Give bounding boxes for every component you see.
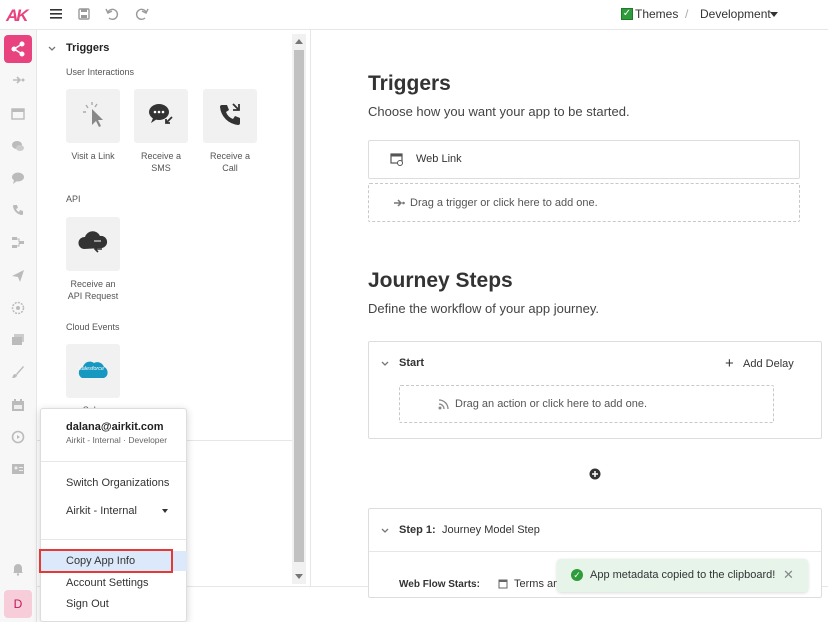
account-settings-menu-item[interactable]: Account Settings (66, 577, 149, 589)
web-flow-icon (498, 579, 508, 589)
environment-select[interactable]: Development (700, 7, 771, 21)
scroll-up-arrow-icon[interactable] (295, 39, 303, 44)
triggers-heading: Triggers (368, 72, 451, 95)
sms-icon (149, 104, 173, 124)
popup-divider (41, 539, 186, 540)
airkit-logo[interactable]: AK (6, 6, 32, 26)
journey-steps-subtitle: Define the workflow of your app journey. (368, 301, 599, 316)
add-trigger-dropzone[interactable]: Drag a trigger or click here to add one. (368, 183, 800, 222)
add-action-dropzone[interactable]: Drag an action or click here to add one. (399, 385, 774, 423)
data-flow-icon[interactable] (11, 235, 25, 249)
voice-icon[interactable] (11, 203, 25, 217)
copy-app-info-menu-item[interactable]: Copy App Info (66, 555, 135, 567)
panel-scrollbar-thumb[interactable] (294, 50, 304, 562)
undo-icon[interactable] (104, 6, 120, 22)
connections-icon[interactable] (11, 73, 25, 87)
phone-call-icon (220, 103, 240, 125)
salesforce-wordmark: salesforce (79, 366, 105, 372)
trigger-label-receive-sms: Receive a SMS (140, 151, 182, 173)
themes-checkbox-icon[interactable]: ✓ (621, 8, 633, 20)
section-label-cloud-events: Cloud Events (66, 322, 120, 332)
trigger-tile-receive-sms[interactable] (134, 89, 188, 143)
connection-arrow-icon (394, 198, 405, 207)
plus-icon[interactable]: + (725, 355, 734, 372)
account-email: dalana@airkit.com (66, 421, 164, 433)
sign-out-menu-item[interactable]: Sign Out (66, 598, 109, 610)
journey-steps-heading: Journey Steps (368, 269, 513, 292)
toast-close-icon[interactable]: ✕ (783, 567, 794, 583)
add-step-plus-icon[interactable] (589, 468, 601, 480)
clipboard-toast: ✓ App metadata copied to the clipboard! … (557, 559, 808, 592)
switch-organizations-label: Switch Organizations (66, 477, 170, 489)
add-delay-button[interactable]: Add Delay (743, 358, 794, 370)
web-flow-starts-label: Web Flow Starts: (399, 579, 480, 590)
media-icon[interactable] (11, 333, 25, 347)
top-bar: AK ✓ Themes / Development (0, 0, 828, 30)
save-icon[interactable] (76, 6, 92, 22)
app-root: AK ✓ Themes / Development D Triggers Use… (0, 0, 828, 622)
collapse-chevron-icon[interactable] (48, 46, 56, 52)
replay-icon[interactable] (11, 430, 25, 444)
triggers-subtitle: Choose how you want your app to be start… (368, 104, 630, 119)
environment-caret-icon[interactable] (770, 12, 778, 17)
account-org-role: Airkit - Internal · Developer (66, 435, 168, 445)
user-avatar[interactable]: D (4, 590, 32, 618)
themes-label: Themes (635, 7, 679, 21)
contacts-icon[interactable] (11, 462, 25, 476)
add-action-text: Drag an action or click here to add one. (455, 398, 648, 410)
web-link-icon (390, 153, 403, 166)
publish-icon[interactable] (11, 269, 25, 283)
journey-icon (11, 41, 25, 57)
start-label: Start (399, 357, 425, 369)
messages-icon[interactable] (11, 171, 25, 185)
theme-brush-icon[interactable] (11, 365, 25, 379)
breadcrumb-separator: / (685, 7, 689, 21)
trigger-tile-salesforce[interactable]: salesforce (66, 344, 120, 398)
notifications-bell-icon[interactable] (11, 562, 25, 576)
web-link-trigger-card[interactable]: Web Link (368, 140, 800, 179)
toast-message: App metadata copied to the clipboard! (590, 569, 776, 581)
success-check-icon: ✓ (571, 569, 583, 581)
web-link-label: Web Link (416, 153, 462, 165)
rail-item-journey[interactable] (4, 35, 32, 63)
left-rail: D (0, 30, 37, 622)
step-1-divider (369, 551, 821, 552)
step-1-label: Step 1: (399, 524, 436, 536)
trigger-tile-receive-call[interactable] (203, 89, 257, 143)
calendar-icon[interactable] (11, 398, 25, 412)
web-flows-icon[interactable] (11, 107, 25, 121)
triggers-panel-title: Triggers (66, 42, 110, 54)
trigger-label-receive-call: Receive a Call (209, 151, 251, 173)
cloud-exchange-icon (78, 231, 108, 253)
settings-icon[interactable] (11, 301, 25, 315)
popup-divider (41, 461, 186, 462)
cursor-click-icon (83, 102, 103, 127)
add-trigger-text: Drag a trigger or click here to add one. (410, 196, 598, 209)
start-collapse-chevron-icon[interactable] (381, 361, 389, 367)
rss-icon (438, 398, 449, 409)
section-label-api: API (66, 194, 81, 204)
hamburger-menu-icon[interactable] (48, 6, 64, 22)
trigger-tile-visit-link[interactable] (66, 89, 120, 143)
themes-toggle[interactable]: ✓ Themes (621, 7, 678, 21)
section-label-user-interactions: User Interactions (66, 67, 135, 77)
trigger-tile-api-request[interactable] (66, 217, 120, 271)
trigger-label-api-request: Receive an API Request (67, 279, 119, 301)
scroll-down-arrow-icon[interactable] (295, 574, 303, 579)
organization-caret-icon[interactable] (162, 509, 168, 513)
account-menu-popup: dalana@airkit.com Airkit - Internal · De… (39, 408, 187, 622)
organization-select[interactable]: Airkit - Internal (66, 505, 137, 517)
redo-icon[interactable] (134, 6, 150, 22)
start-step-card: Start + Add Delay Drag an action or clic… (368, 341, 822, 439)
chat-icon[interactable] (11, 139, 25, 153)
step-1-collapse-chevron-icon[interactable] (381, 528, 389, 534)
step-1-name[interactable]: Journey Model Step (442, 524, 540, 536)
